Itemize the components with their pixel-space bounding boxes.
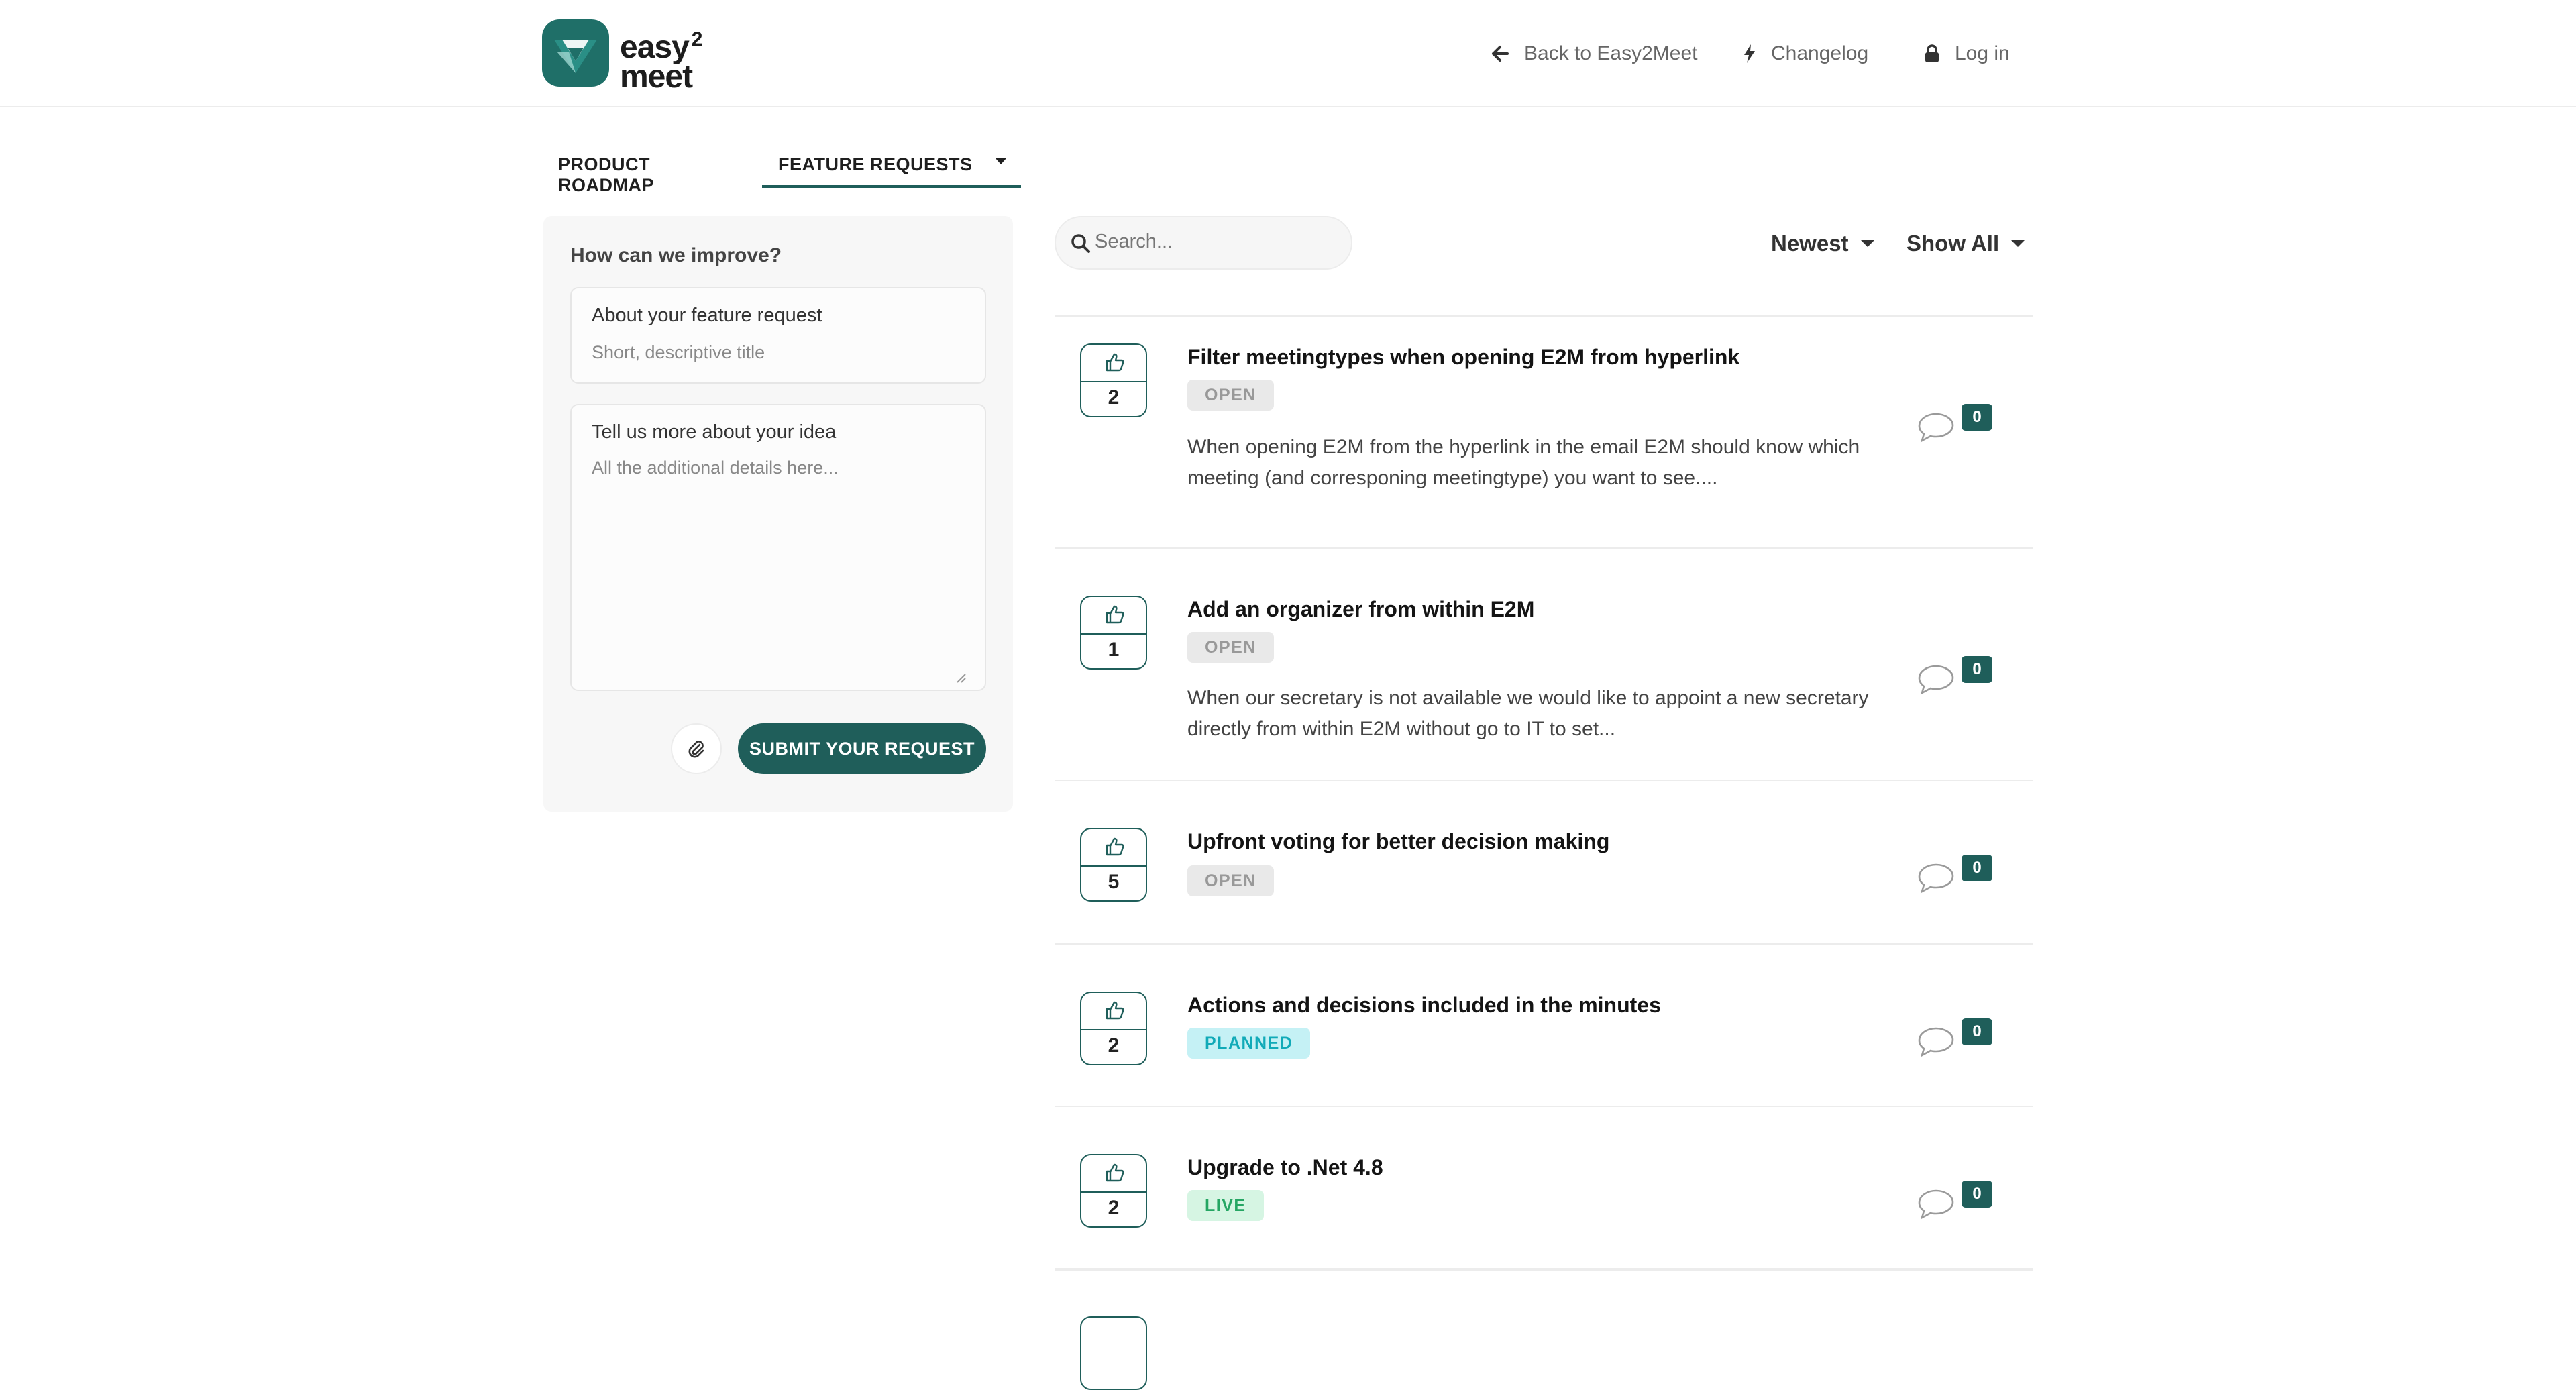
tab-label: FEATURE REQUESTS: [778, 154, 973, 174]
comment-bubble-icon[interactable]: [1917, 664, 1957, 695]
comment-bubble-icon[interactable]: [1917, 863, 1957, 894]
idea-details-textarea[interactable]: All the additional details here...: [592, 458, 839, 478]
comment-count-badge: 0: [1962, 404, 1992, 431]
bolt-icon: [1744, 44, 1755, 63]
vote-count: 2: [1108, 1197, 1120, 1219]
list-item[interactable]: [1055, 1269, 2033, 1390]
list-item[interactable]: 2 Actions and decisions included in the …: [1055, 943, 2033, 1106]
comment-bubble-icon[interactable]: [1917, 412, 1957, 443]
search-placeholder: Search...: [1095, 231, 1173, 252]
upvote-button[interactable]: 2: [1080, 1154, 1147, 1228]
request-title[interactable]: Add an organizer from within E2M: [1187, 597, 1534, 622]
request-title[interactable]: Filter meetingtypes when opening E2M fro…: [1187, 345, 1739, 370]
vote-count: 5: [1108, 871, 1120, 893]
comment-bubble-icon[interactable]: [1917, 1026, 1957, 1057]
list-item[interactable]: 2 Upgrade to .Net 4.8 LIVE 0: [1055, 1106, 2033, 1269]
request-description: When opening E2M from the hyperlink in t…: [1187, 436, 1860, 489]
upvote-button[interactable]: 5: [1080, 828, 1147, 902]
filter-dropdown[interactable]: Show All: [1907, 231, 2025, 256]
resize-handle-icon[interactable]: [954, 671, 966, 683]
comment-count-badge: 0: [1962, 1018, 1992, 1045]
back-to-easy2meet-link[interactable]: Back to Easy2Meet: [1491, 38, 1697, 70]
status-badge: OPEN: [1187, 865, 1274, 896]
feature-title-field[interactable]: About your feature request Short, descri…: [570, 287, 986, 384]
logo-mark-icon: [542, 19, 609, 87]
vote-divider: [1081, 633, 1146, 635]
sort-label: Newest: [1771, 231, 1849, 256]
request-title[interactable]: Upgrade to .Net 4.8: [1187, 1155, 1383, 1180]
thumbs-up-icon: [1106, 353, 1124, 372]
list-item[interactable]: 5 Upfront voting for better decision mak…: [1055, 780, 2033, 943]
vote-divider: [1081, 381, 1146, 382]
form-title: How can we improve?: [570, 244, 782, 266]
login-label: Log in: [1955, 42, 2010, 64]
status-badge: OPEN: [1187, 380, 1274, 411]
submit-label: SUBMIT YOUR REQUEST: [749, 738, 975, 759]
status-badge: LIVE: [1187, 1190, 1264, 1221]
vote-count: 1: [1108, 639, 1120, 661]
request-title[interactable]: Actions and decisions included in the mi…: [1187, 993, 1661, 1018]
back-label: Back to Easy2Meet: [1524, 42, 1698, 64]
chevron-down-icon: [1860, 240, 1874, 247]
login-link[interactable]: Log in: [1924, 38, 2010, 70]
status-badge: PLANNED: [1187, 1028, 1311, 1059]
vote-count: 2: [1108, 386, 1120, 409]
changelog-label: Changelog: [1771, 42, 1869, 64]
comment-count-badge: 0: [1962, 656, 1992, 683]
status-badge: OPEN: [1187, 632, 1274, 663]
idea-details-label: Tell us more about your idea: [592, 421, 837, 443]
attach-file-button[interactable]: [671, 723, 722, 774]
vote-count: 2: [1108, 1034, 1120, 1057]
thumbs-up-icon: [1106, 837, 1124, 856]
easy2meet-logo[interactable]: easy 2 meet: [542, 19, 716, 95]
changelog-link[interactable]: Changelog: [1743, 38, 1868, 70]
arrow-left-icon: [1492, 46, 1509, 62]
logo-superscript: 2: [691, 28, 703, 50]
paperclip-icon: [688, 741, 704, 758]
comment-bubble-icon[interactable]: [1917, 1189, 1957, 1220]
feature-title-label: About your feature request: [592, 305, 822, 326]
thumbs-up-icon: [1106, 605, 1124, 624]
chevron-down-icon[interactable]: [996, 158, 1006, 164]
tab-label: PRODUCT ROADMAP: [558, 154, 654, 195]
vote-divider: [1081, 1029, 1146, 1030]
vote-divider: [1081, 865, 1146, 867]
sort-dropdown[interactable]: Newest: [1771, 231, 1874, 256]
tab-product-roadmap[interactable]: PRODUCT ROADMAP: [542, 142, 762, 195]
search-input[interactable]: Search...: [1055, 216, 1352, 270]
upvote-button[interactable]: 2: [1080, 343, 1147, 417]
logo-word-meet: meet: [620, 59, 693, 95]
comment-count-badge: 0: [1962, 1181, 1992, 1208]
lock-icon: [1925, 44, 1939, 62]
upvote-button[interactable]: 1: [1080, 596, 1147, 670]
search-icon: [1071, 234, 1090, 253]
request-title[interactable]: Upfront voting for better decision makin…: [1187, 829, 1609, 854]
feature-request-list: 2 Filter meetingtypes when opening E2M f…: [1055, 315, 2033, 1390]
list-item[interactable]: 1 Add an organizer from within E2M OPEN …: [1055, 547, 2033, 780]
logo-text: easy 2 meet: [620, 25, 703, 95]
top-header: easy 2 meet Back to Easy2Meet Changelog L…: [0, 0, 2576, 107]
idea-details-field[interactable]: Tell us more about your idea All the add…: [570, 404, 986, 691]
thumbs-up-icon: [1106, 1001, 1124, 1020]
chevron-down-icon: [2011, 240, 2025, 247]
thumbs-up-icon: [1106, 1163, 1124, 1182]
view-tabs: PRODUCT ROADMAP FEATURE REQUESTS: [542, 142, 1021, 195]
list-item[interactable]: 2 Filter meetingtypes when opening E2M f…: [1055, 315, 2033, 547]
upvote-button[interactable]: 2: [1080, 992, 1147, 1065]
vote-divider: [1081, 1191, 1146, 1193]
request-form-panel: How can we improve? About your feature r…: [543, 216, 1013, 812]
upvote-button[interactable]: [1080, 1316, 1147, 1390]
tab-feature-requests[interactable]: FEATURE REQUESTS: [762, 142, 1021, 188]
filter-label: Show All: [1907, 231, 2000, 256]
comment-count-badge: 0: [1962, 855, 1992, 881]
feature-title-input[interactable]: Short, descriptive title: [592, 342, 765, 363]
submit-request-button[interactable]: SUBMIT YOUR REQUEST: [738, 723, 986, 774]
request-description: When our secretary is not available we w…: [1187, 687, 1869, 740]
